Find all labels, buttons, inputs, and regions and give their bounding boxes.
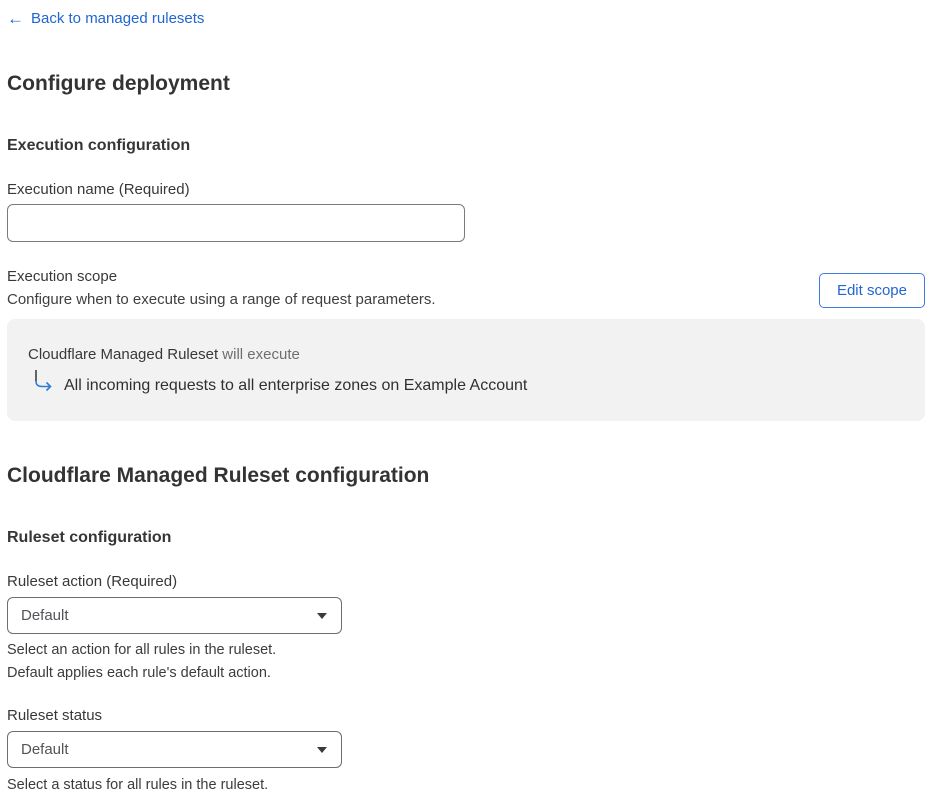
ruleset-action-selected-value: Default (21, 607, 69, 624)
ruleset-action-help-line1: Select an action for all rules in the ru… (7, 642, 277, 658)
ruleset-configuration-subheading: Ruleset configuration (7, 529, 172, 546)
edit-scope-button[interactable]: Edit scope (818, 273, 925, 308)
chevron-down-icon (317, 746, 327, 753)
scope-summary-detail: All incoming requests to all enterprise … (64, 377, 528, 394)
ruleset-status-label: Ruleset status (7, 707, 103, 724)
ruleset-status-select[interactable]: Default (7, 731, 342, 768)
scope-summary-detail-row: All incoming requests to all enterprise … (28, 370, 904, 396)
ruleset-status-help-line1: Select a status for all rules in the rul… (7, 777, 269, 793)
ruleset-action-help-line2: Default applies each rule's default acti… (7, 665, 271, 681)
configure-deployment-page: ← Back to managed rulesets Configure dep… (0, 0, 931, 793)
scope-summary-ruleset-name: Cloudflare Managed Ruleset (28, 346, 219, 363)
execution-configuration-heading: Execution configuration (7, 137, 191, 154)
back-to-managed-rulesets-link[interactable]: ← Back to managed rulesets (7, 10, 204, 28)
page-title: Configure deployment (7, 72, 230, 95)
scope-summary-box: Cloudflare Managed Ruleset will execute … (7, 319, 925, 421)
execution-scope-label: Execution scope (7, 268, 118, 285)
branch-arrow-icon (35, 370, 52, 392)
ruleset-status-selected-value: Default (21, 741, 69, 758)
chevron-down-icon (317, 612, 327, 619)
execution-scope-text: Execution scope Configure when to execut… (7, 267, 436, 309)
ruleset-configuration-heading: Cloudflare Managed Ruleset configuration (7, 464, 430, 487)
left-arrow-icon: ← (7, 9, 24, 28)
scope-summary-headline: Cloudflare Managed Ruleset will execute (28, 345, 904, 364)
execution-name-label: Execution name (Required) (7, 181, 190, 198)
back-link-label: Back to managed rulesets (31, 10, 205, 27)
execution-scope-row: Execution scope Configure when to execut… (7, 267, 925, 309)
ruleset-action-select[interactable]: Default (7, 597, 342, 634)
execution-name-input[interactable] (7, 204, 465, 242)
ruleset-action-label: Ruleset action (Required) (7, 573, 178, 590)
scope-summary-will-execute: will execute (218, 346, 300, 363)
execution-scope-description: Configure when to execute using a range … (7, 291, 436, 308)
